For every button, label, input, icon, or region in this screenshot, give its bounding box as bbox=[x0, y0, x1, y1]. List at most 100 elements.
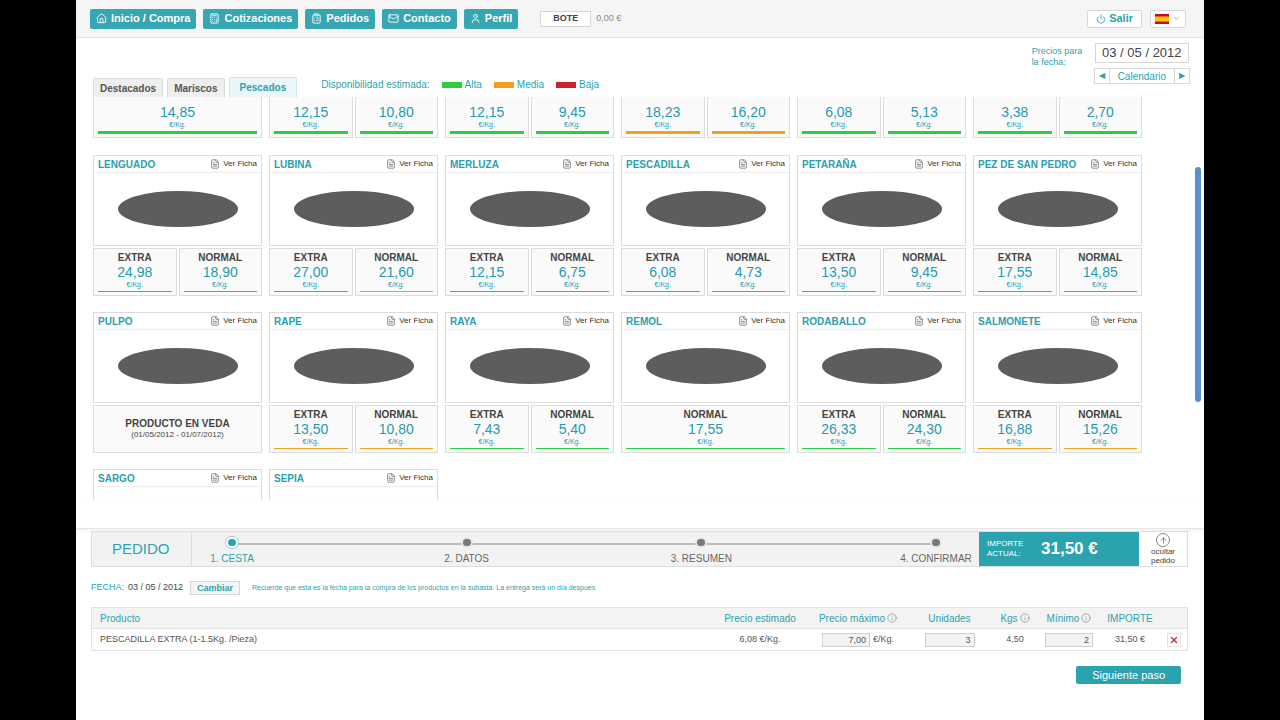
view-sheet-link[interactable]: Ver Ficha bbox=[1090, 315, 1137, 327]
logout-button[interactable]: Salir bbox=[1087, 10, 1142, 28]
view-sheet-link[interactable]: Ver Ficha bbox=[386, 472, 433, 484]
price-box: EXTRA13,50€/Kg. bbox=[269, 405, 353, 453]
scrollbar[interactable] bbox=[1194, 97, 1202, 500]
product-card[interactable]: RAPEVer FichaEXTRA13,50€/Kg.NORMAL10,80€… bbox=[269, 312, 438, 453]
product-top: RAYAVer Ficha bbox=[445, 312, 614, 403]
view-sheet-link[interactable]: Ver Ficha bbox=[386, 315, 433, 327]
order-step[interactable]: 2. DATOS bbox=[427, 532, 507, 566]
order-step[interactable]: 1. CESTA bbox=[192, 532, 272, 566]
product-top: LENGUADOVer Ficha bbox=[93, 155, 262, 246]
product-card[interactable]: PULPOVer FichaPRODUCTO EN VEDA(01/05/201… bbox=[93, 312, 262, 453]
scrollbar-thumb[interactable] bbox=[1195, 167, 1201, 402]
price-row: EXTRA24,98€/Kg.NORMAL18,90€/Kg. bbox=[93, 248, 262, 296]
price-value: 7,43 bbox=[473, 421, 500, 437]
availability-bar bbox=[978, 448, 1052, 449]
nav-button[interactable]: Perfil bbox=[464, 9, 519, 29]
product-card[interactable]: LENGUADOVer FichaEXTRA24,98€/Kg.NORMAL18… bbox=[93, 155, 262, 296]
language-dropdown[interactable] bbox=[1150, 10, 1186, 28]
product-card[interactable]: LUBINAVer FichaEXTRA27,00€/Kg.NORMAL21,6… bbox=[269, 155, 438, 296]
view-sheet-link[interactable]: Ver Ficha bbox=[210, 158, 257, 170]
view-sheet-link[interactable]: Ver Ficha bbox=[386, 158, 433, 170]
price-label: EXTRA bbox=[998, 252, 1032, 264]
price-box: EXTRA13,50€/Kg. bbox=[797, 248, 881, 296]
info-icon[interactable] bbox=[1020, 613, 1030, 623]
view-sheet-link[interactable]: Ver Ficha bbox=[210, 315, 257, 327]
availability-bar bbox=[1064, 448, 1138, 449]
product-card[interactable]: RODABALLOVer FichaEXTRA26,33€/Kg.NORMAL2… bbox=[797, 312, 966, 453]
change-date-button[interactable]: Cambiar bbox=[190, 581, 240, 595]
product-card[interactable]: MERLUZAVer Ficha EXTRA12,15€/Kg.NORMAL6,7… bbox=[445, 155, 614, 296]
category-tab[interactable]: Mariscos bbox=[167, 78, 224, 97]
hide-order-button[interactable]: ocultar pedido bbox=[1139, 532, 1187, 566]
price-value: 14,85 bbox=[1083, 264, 1118, 280]
view-sheet-link[interactable]: Ver Ficha bbox=[914, 158, 961, 170]
order-step[interactable]: 4. CONFIRMAR bbox=[896, 532, 976, 566]
price-box: 16,20€/Kg. bbox=[707, 97, 791, 138]
calendar-button[interactable]: Calendario bbox=[1110, 69, 1174, 83]
price-unit: €/Kg. bbox=[697, 437, 713, 446]
product-header: MERLUZAVer Ficha bbox=[446, 156, 613, 173]
nav-button[interactable]: Inicio / Compra bbox=[90, 9, 196, 29]
product-photo bbox=[622, 330, 789, 402]
view-sheet-link[interactable]: Ver Ficha bbox=[562, 158, 609, 170]
partial-row: 14,85€/Kg.12,15€/Kg.10,80€/Kg.12,15€/Kg.… bbox=[93, 97, 1142, 138]
price-row: EXTRA13,50€/Kg.NORMAL10,80€/Kg. bbox=[269, 405, 438, 453]
units-input[interactable]: 3 bbox=[925, 633, 975, 647]
next-date-button[interactable]: ▶ bbox=[1174, 69, 1189, 83]
category-tab[interactable]: Pescados bbox=[229, 77, 298, 97]
remove-button[interactable] bbox=[1167, 633, 1181, 647]
nav-icon bbox=[311, 13, 322, 24]
product-top: PESCADILLAVer Ficha bbox=[621, 155, 790, 246]
price-box: NORMAL4,73€/Kg. bbox=[707, 248, 791, 296]
column-header: IMPORTE bbox=[1099, 611, 1161, 626]
price-unit: €/Kg. bbox=[916, 437, 932, 446]
nav-button[interactable]: Contacto bbox=[382, 9, 457, 29]
view-sheet-link[interactable]: Ver Ficha bbox=[738, 158, 785, 170]
order-date-row: FECHA:03 / 05 / 2012Cambiar. Recuerde qu… bbox=[91, 581, 1188, 595]
price-label: EXTRA bbox=[294, 409, 328, 421]
price-box: EXTRA24,98€/Kg. bbox=[93, 248, 177, 296]
info-icon[interactable] bbox=[887, 613, 897, 623]
product-card[interactable]: SARGOVer Ficha bbox=[93, 469, 262, 500]
price-row: EXTRA13,50€/Kg.NORMAL9,45€/Kg. bbox=[797, 248, 966, 296]
previous-date-button[interactable]: ◀ bbox=[1095, 69, 1110, 83]
view-sheet-link[interactable]: Ver Ficha bbox=[738, 315, 785, 327]
nav-button[interactable]: Pedidos bbox=[305, 9, 375, 29]
product-card[interactable]: PETARAÑAVer FichaEXTRA13,50€/Kg.NORMAL9,… bbox=[797, 155, 966, 296]
price-box: EXTRA6,08€/Kg. bbox=[621, 248, 705, 296]
availability-bar bbox=[536, 291, 610, 292]
product-card[interactable]: SALMONETEVer FichaEXTRA16,88€/Kg.NORMAL1… bbox=[973, 312, 1142, 453]
product-photo bbox=[622, 173, 789, 245]
product-row: SARGOVer FichaSEPIAVer Ficha bbox=[93, 469, 1142, 500]
date-field[interactable]: 03 / 05 / 2012 bbox=[1095, 43, 1189, 63]
product-card[interactable]: SEPIAVer Ficha bbox=[269, 469, 438, 500]
category-tab[interactable]: Destacados bbox=[93, 78, 163, 97]
view-sheet-link[interactable]: Ver Ficha bbox=[914, 315, 961, 327]
column-header: Unidades bbox=[908, 611, 991, 626]
availability-bar bbox=[802, 448, 876, 449]
minimum-input[interactable]: 2 bbox=[1045, 633, 1093, 647]
screen: Inicio / Compra Cotizaciones Pedidos Contac… bbox=[0, 0, 1280, 720]
price-box: NORMAL6,75€/Kg. bbox=[531, 248, 615, 296]
view-sheet-link[interactable]: Ver Ficha bbox=[1090, 158, 1137, 170]
availability-bar bbox=[802, 131, 876, 134]
closed-season-box: PRODUCTO EN VEDA(01/05/2012 - 01/07/2012… bbox=[93, 405, 262, 453]
view-sheet-link[interactable]: Ver Ficha bbox=[210, 472, 257, 484]
nav-button[interactable]: Cotizaciones bbox=[203, 9, 298, 29]
product-card[interactable]: PEZ DE SAN PEDROVer FichaEXTRA17,55€/Kg.… bbox=[973, 155, 1142, 296]
next-step-button[interactable]: Siguiente paso bbox=[1076, 666, 1181, 684]
document-icon bbox=[562, 159, 572, 169]
bote-value: 0,00 € bbox=[596, 12, 621, 26]
price-label: EXTRA bbox=[118, 252, 152, 264]
product-card[interactable]: RAYAVer FichaEXTRA7,43€/Kg.NORMAL5,40€/K… bbox=[445, 312, 614, 453]
document-icon bbox=[386, 159, 396, 169]
price-box: EXTRA16,88€/Kg. bbox=[973, 405, 1057, 453]
info-icon[interactable] bbox=[1081, 613, 1091, 623]
product-card[interactable]: PESCADILLAVer FichaEXTRA6,08€/Kg.NORMAL4… bbox=[621, 155, 790, 296]
order-step[interactable]: 3. RESUMEN bbox=[661, 532, 741, 566]
max-price-input[interactable]: 7,00 bbox=[822, 633, 870, 647]
nav-icon bbox=[470, 13, 481, 24]
price-box: EXTRA12,15€/Kg. bbox=[445, 248, 529, 296]
view-sheet-link[interactable]: Ver Ficha bbox=[562, 315, 609, 327]
product-card[interactable]: REMOLVer FichaNORMAL17,55€/Kg. bbox=[621, 312, 790, 453]
